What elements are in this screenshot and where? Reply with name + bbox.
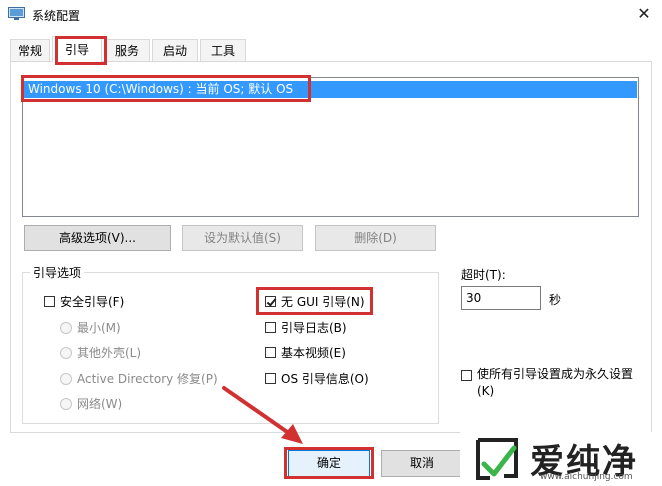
delete-button[interactable]: 删除(D): [315, 225, 436, 251]
advanced-options-button[interactable]: 高级选项(V)...: [24, 225, 171, 251]
brand-logo-icon: [476, 438, 518, 480]
radio-circle[interactable]: [60, 398, 72, 410]
window-title: 系统配置: [32, 9, 81, 23]
tab-boot[interactable]: 引导: [52, 36, 102, 62]
watermark-url: www.aichunjing.com: [540, 472, 633, 482]
no-gui-boot-label: 无 GUI 引导(N): [281, 295, 365, 309]
title-bar: 系统配置 ✕: [0, 0, 662, 30]
checkbox-box[interactable]: [461, 370, 472, 381]
tab-services[interactable]: 服务: [104, 39, 150, 61]
radio-circle[interactable]: [60, 347, 72, 359]
radio-circle[interactable]: [60, 373, 72, 385]
os-list-item[interactable]: Windows 10 (C:\Windows) : 当前 OS; 默认 OS: [24, 81, 637, 98]
tab-general[interactable]: 常规: [10, 39, 50, 61]
close-icon[interactable]: ✕: [632, 2, 656, 26]
checkbox-box[interactable]: [265, 347, 276, 358]
app-icon: [8, 7, 25, 20]
tab-startup[interactable]: 启动: [152, 39, 198, 61]
make-permanent-label: 使所有引导设置成为永久设置(K): [477, 367, 634, 398]
timeout-unit: 秒: [549, 293, 562, 307]
boot-options-title: 引导选项: [30, 264, 85, 281]
checkbox-box[interactable]: [44, 296, 55, 307]
timeout-label: 超时(T):: [461, 268, 506, 282]
radio-ad-repair-label: Active Directory 修复(P): [77, 372, 218, 386]
set-default-button[interactable]: 设为默认值(S): [182, 225, 303, 251]
radio-alternate-shell-label: 其他外壳(L): [77, 346, 142, 360]
tab-tools[interactable]: 工具: [200, 39, 246, 61]
cancel-button[interactable]: 取消: [381, 450, 463, 477]
radio-network-label: 网络(W): [77, 397, 123, 411]
checkbox-box[interactable]: [265, 322, 276, 333]
os-list[interactable]: Windows 10 (C:\Windows) : 当前 OS; 默认 OS: [22, 77, 639, 217]
checkbox-box[interactable]: [265, 373, 276, 384]
safe-boot-label: 安全引导(F): [60, 295, 125, 309]
radio-minimal-label: 最小(M): [77, 321, 121, 335]
watermark: 爱纯净 www.aichunjing.com: [460, 432, 662, 486]
base-video-label: 基本视频(E): [281, 346, 346, 360]
checkbox-checked[interactable]: [265, 296, 276, 307]
os-boot-info-label: OS 引导信息(O): [281, 372, 369, 386]
timeout-input[interactable]: 30: [461, 286, 541, 310]
system-config-window: 系统配置 ✕ 常规 引导 服务 启动 工具 Windows 10 (C:\Win…: [0, 0, 662, 486]
radio-circle[interactable]: [60, 322, 72, 334]
boot-log-label: 引导日志(B): [281, 321, 347, 335]
ok-button[interactable]: 确定: [288, 450, 370, 477]
